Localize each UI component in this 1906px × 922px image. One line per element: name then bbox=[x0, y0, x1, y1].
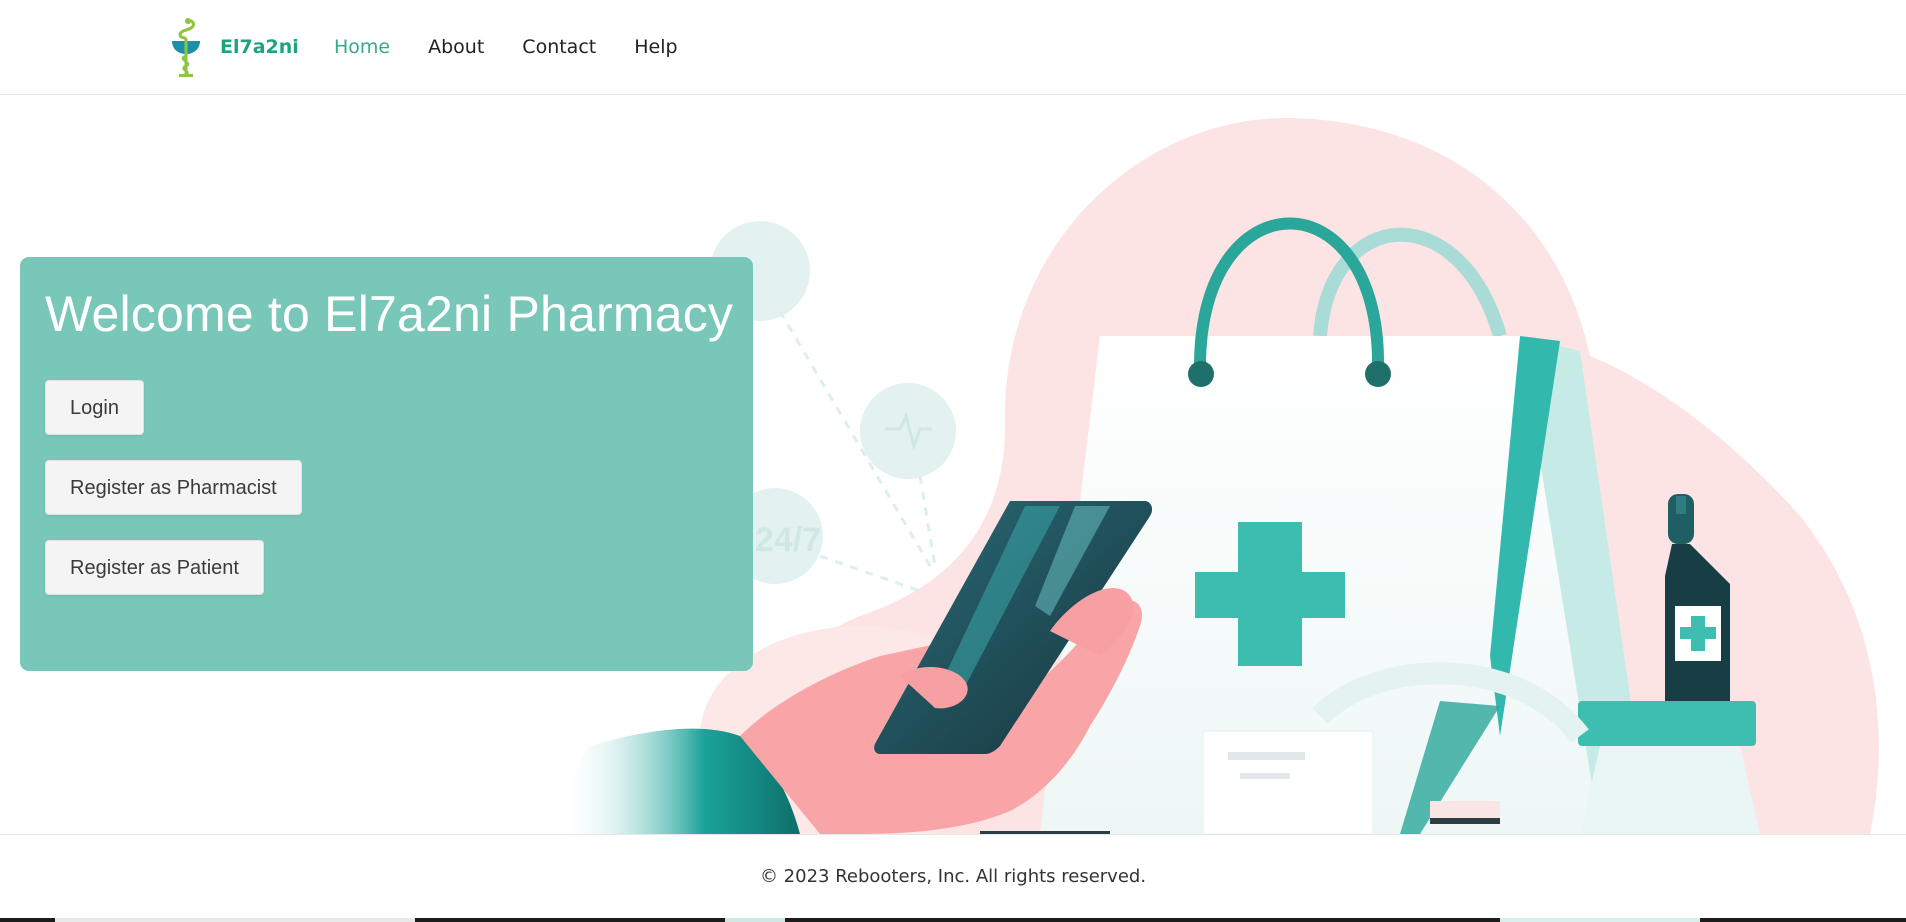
bottom-strip-segment bbox=[55, 918, 415, 922]
register-pharmacist-button[interactable]: Register as Pharmacist bbox=[45, 460, 302, 515]
welcome-card: Welcome to El7a2ni Pharmacy Login Regist… bbox=[20, 257, 753, 671]
caduceus-bowl-icon bbox=[172, 18, 200, 77]
brand[interactable]: El7a2ni bbox=[166, 16, 299, 78]
footer: © 2023 Rebooters, Inc. All rights reserv… bbox=[0, 834, 1906, 920]
nav-contact[interactable]: Contact bbox=[522, 36, 596, 58]
welcome-title: Welcome to El7a2ni Pharmacy bbox=[45, 286, 734, 342]
nav-home[interactable]: Home bbox=[334, 36, 390, 58]
bottom-strip-segment bbox=[725, 918, 785, 922]
register-patient-button[interactable]: Register as Patient bbox=[45, 540, 264, 595]
hero-section: 24/7 Welcome to El7a2ni Pharmacy Login R… bbox=[0, 96, 1906, 834]
copyright-text: © 2023 Rebooters, Inc. All rights reserv… bbox=[759, 866, 1147, 887]
login-button[interactable]: Login bbox=[45, 380, 144, 435]
bottom-strip bbox=[0, 918, 1906, 922]
nav-help[interactable]: Help bbox=[634, 36, 677, 58]
main-nav: Home About Contact Help bbox=[334, 36, 716, 58]
badge-24-7: 24/7 bbox=[755, 521, 821, 559]
bottom-strip-segment bbox=[1500, 918, 1700, 922]
brand-name: El7a2ni bbox=[220, 36, 299, 58]
nav-about[interactable]: About bbox=[428, 36, 484, 58]
top-navbar: El7a2ni Home About Contact Help bbox=[0, 0, 1906, 95]
